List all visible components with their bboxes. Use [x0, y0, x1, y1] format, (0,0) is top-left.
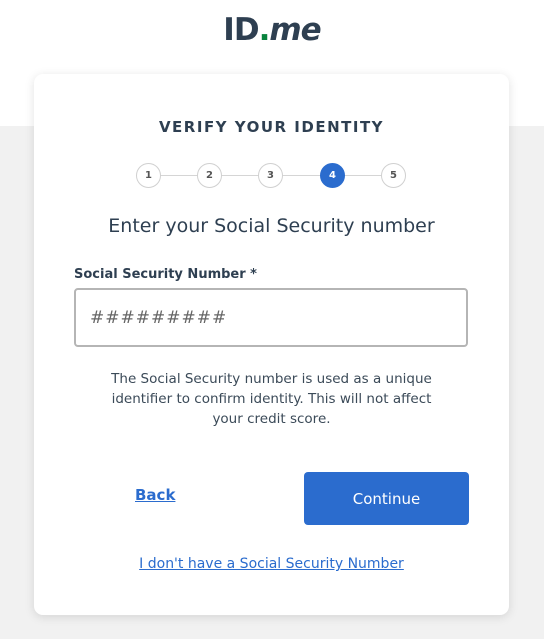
step-5: 5 [381, 163, 406, 188]
page-title: Enter your Social Security number [108, 215, 435, 237]
logo-dot: . [258, 12, 271, 48]
step-1: 1 [136, 163, 161, 188]
back-link[interactable]: Back [135, 486, 175, 504]
step-3: 3 [258, 163, 283, 188]
step-2: 2 [197, 163, 222, 188]
no-ssn-link[interactable]: I don't have a Social Security Number [34, 556, 509, 572]
idme-logo: ID.me [0, 12, 544, 48]
ssn-input[interactable] [74, 288, 468, 347]
logo-id-text: ID [223, 12, 259, 48]
continue-button[interactable]: Continue [304, 472, 469, 525]
logo-me-text: me [269, 12, 321, 48]
ssn-help-text: The Social Security number is used as a … [111, 371, 432, 427]
ssn-field-label: Social Security Number * [74, 267, 257, 282]
step-4-current: 4 [320, 163, 345, 188]
card-heading: VERIFY YOUR IDENTITY [158, 118, 385, 136]
progress-stepper: 1 2 3 4 5 [136, 163, 407, 188]
verification-card: VERIFY YOUR IDENTITY 1 2 3 4 5 Enter you… [34, 74, 509, 615]
